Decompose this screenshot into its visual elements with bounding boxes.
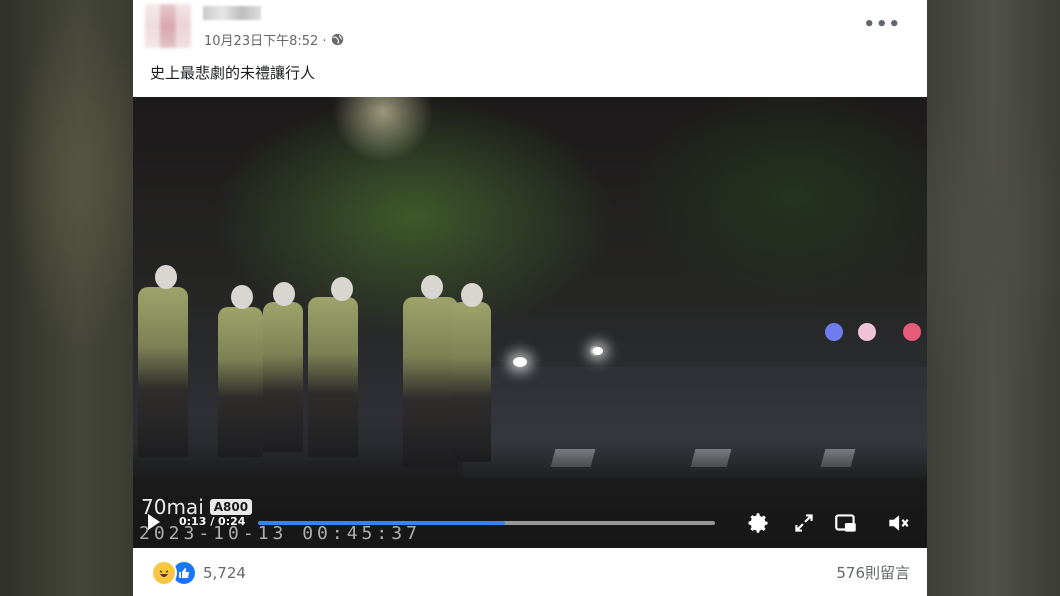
picture-in-picture-icon[interactable]	[833, 510, 859, 536]
police-officer	[308, 297, 358, 457]
police-officer	[263, 302, 303, 452]
police-officer	[451, 302, 491, 462]
comments-count[interactable]: 576則留言	[836, 562, 910, 583]
video-controls: 0:13 / 0:24	[133, 497, 927, 548]
street-light-bokeh	[825, 323, 843, 341]
oncoming-headlight	[513, 357, 527, 367]
police-officer	[218, 307, 263, 457]
police-officer-head	[273, 282, 295, 306]
post-footer: 5,724 576則留言	[133, 548, 927, 596]
play-icon[interactable]	[148, 514, 160, 530]
avatar[interactable]	[145, 4, 191, 48]
oncoming-headlight	[593, 347, 603, 355]
street-light-bokeh	[903, 323, 921, 341]
globe-icon	[331, 33, 343, 46]
progress-bar[interactable]	[258, 521, 715, 525]
gear-icon[interactable]	[745, 510, 771, 536]
background-blur-right	[927, 0, 1060, 596]
police-officer-head	[461, 283, 483, 307]
background-blur-left	[0, 0, 133, 596]
author-name[interactable]	[203, 6, 261, 20]
police-officer-head	[331, 277, 353, 301]
post-card: 10月23日下午8:52 · ••• 史上最悲劇的未禮讓行人 70mai A80…	[133, 0, 927, 596]
police-officer-head	[421, 275, 443, 299]
video-player[interactable]: 70mai A800 2023-10-13 00:45:37 0:13 / 0:…	[133, 97, 927, 548]
haha-icon	[151, 560, 177, 586]
reactions-summary[interactable]: 5,724	[151, 560, 246, 586]
post-meta: 10月23日下午8:52 ·	[204, 30, 344, 49]
police-officer-head	[231, 285, 253, 309]
more-options-icon[interactable]: •••	[863, 14, 901, 35]
muted-speaker-icon[interactable]	[885, 510, 911, 536]
police-officer-head	[155, 265, 177, 289]
reaction-count: 5,724	[203, 564, 246, 582]
street-light-bokeh	[858, 323, 876, 341]
post-caption: 史上最悲劇的未禮讓行人	[150, 64, 316, 82]
progress-bar-fill	[258, 521, 505, 525]
post-timestamp[interactable]: 10月23日下午8:52 ·	[204, 30, 327, 49]
police-officer	[138, 287, 188, 457]
fullscreen-icon[interactable]	[791, 510, 817, 536]
video-time: 0:13 / 0:24	[179, 515, 246, 528]
